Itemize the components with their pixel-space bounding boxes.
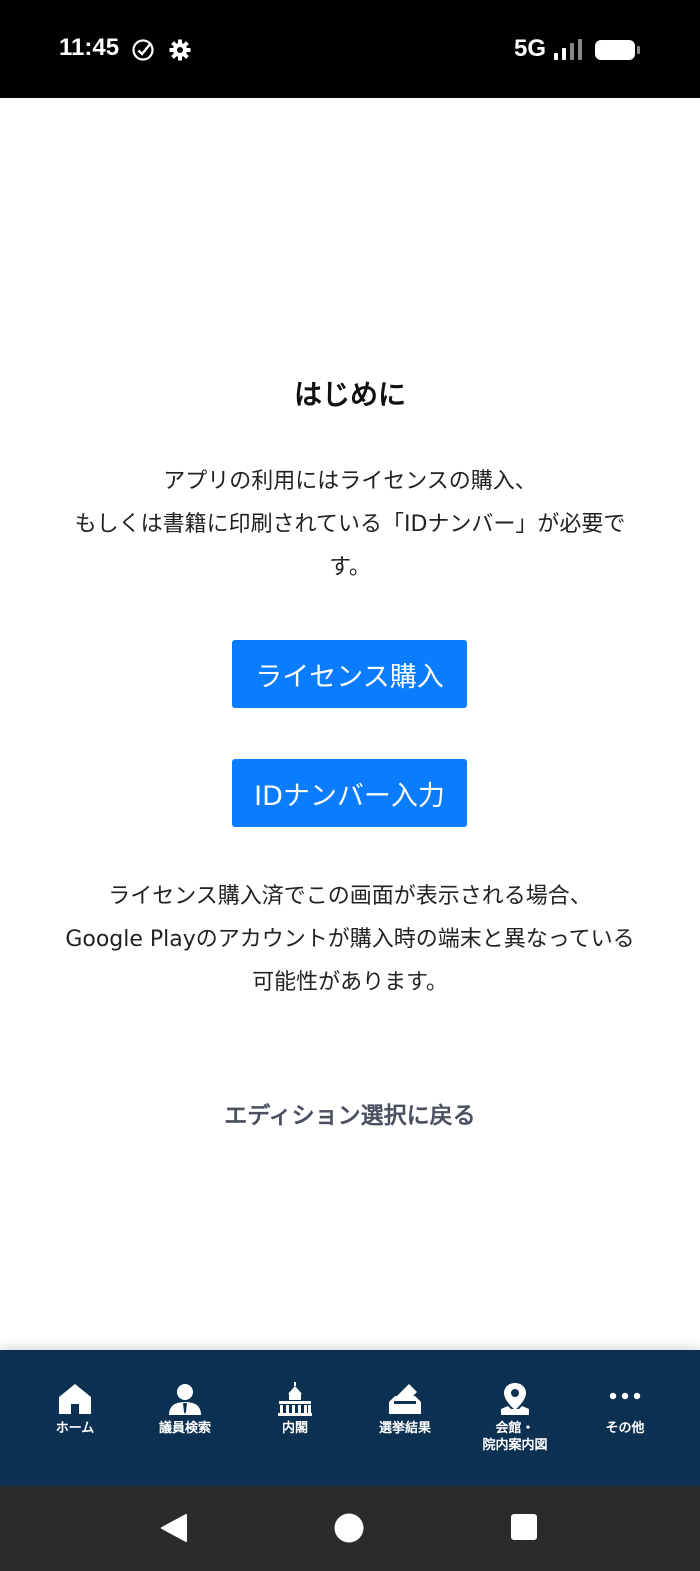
home-icon (59, 1384, 91, 1414)
main-content: はじめに アプリの利用にはライセンスの購入、 もしくは書籍に印刷されている「ID… (0, 98, 700, 1350)
check-circle-icon (132, 39, 154, 61)
note-line: Google Playのアカウントが購入時の端末と異なっている (65, 927, 635, 952)
tab-cabinet[interactable]: 内閣 (240, 1350, 350, 1486)
tab-label: 議員検索 (158, 1421, 211, 1436)
back-to-edition-link[interactable]: エディション選択に戻る (0, 1096, 700, 1130)
tab-hall-map[interactable]: 会館・ 院内案内図 (460, 1350, 570, 1486)
more-dots-icon (609, 1392, 641, 1400)
tab-member-search[interactable]: 議員検索 (130, 1350, 240, 1486)
status-time: 11:45 (59, 34, 120, 61)
tab-election-results[interactable]: 選挙結果 (350, 1350, 460, 1486)
tab-label-line: 院内案内図 (482, 1438, 548, 1453)
recents-icon[interactable] (510, 1513, 538, 1541)
signal-icon (554, 39, 582, 60)
intro-line: もしくは書籍に印刷されている「IDナンバー」が必要で (74, 512, 626, 537)
ballot-box-icon (389, 1384, 421, 1414)
tab-label: 選挙結果 (378, 1421, 431, 1436)
intro-text: アプリの利用にはライセンスの購入、 もしくは書籍に印刷されている「IDナンバー」… (30, 460, 670, 589)
note-line: ライセンス購入済でこの画面が表示される場合、 (108, 884, 592, 909)
diet-building-icon (278, 1382, 312, 1416)
note-text: ライセンス購入済でこの画面が表示される場合、 Google Playのアカウント… (30, 875, 670, 1004)
gear-icon (169, 39, 191, 61)
license-purchase-button[interactable]: ライセンス購入 (232, 640, 467, 708)
intro-line: アプリの利用にはライセンスの購入、 (163, 469, 537, 494)
back-icon[interactable] (158, 1512, 190, 1544)
tab-home[interactable]: ホーム (20, 1350, 130, 1486)
map-pin-icon (501, 1383, 529, 1415)
status-bar: 11:45 5G (0, 0, 700, 98)
system-nav-bar (0, 1486, 700, 1571)
tab-label: ホーム (55, 1421, 95, 1436)
tab-label: 会館・ 院内案内図 (482, 1420, 547, 1454)
note-line: 可能性があります。 (252, 970, 448, 995)
battery-icon (595, 40, 640, 60)
page-title: はじめに (293, 378, 406, 411)
home-circle-icon[interactable] (333, 1512, 365, 1544)
id-number-input-button[interactable]: IDナンバー入力 (232, 759, 467, 827)
tab-label-line: 会館・ (495, 1421, 535, 1436)
person-icon (169, 1384, 201, 1415)
tab-label: 内閣 (281, 1421, 308, 1436)
tab-other[interactable]: その他 (570, 1350, 680, 1486)
intro-line: す。 (329, 555, 371, 580)
tab-label: その他 (605, 1421, 645, 1436)
network-type: 5G (514, 35, 547, 62)
bottom-tab-bar: ホーム 議員検索 内閣 選挙結果 会館・ 院内案内図 その他 (0, 1350, 700, 1486)
